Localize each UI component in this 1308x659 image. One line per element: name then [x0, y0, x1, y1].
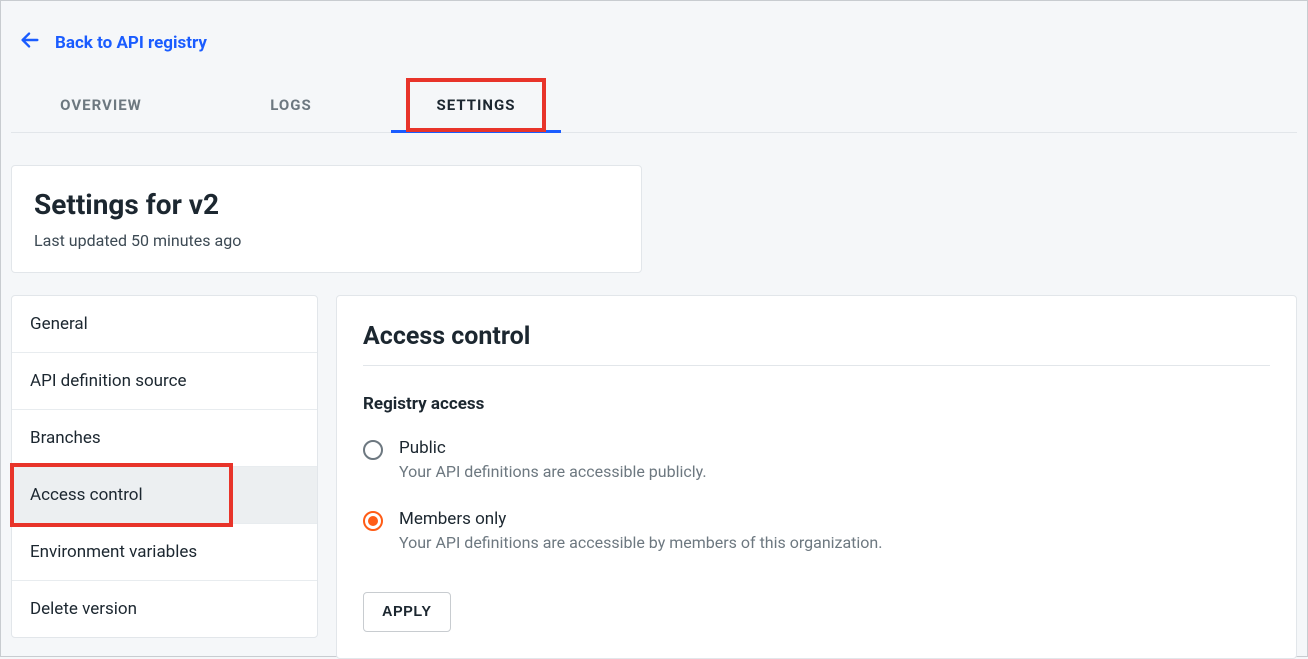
access-control-panel: Access control Registry access Public Yo… [336, 295, 1297, 659]
arrow-left-icon [19, 29, 41, 56]
back-to-registry-link[interactable]: Back to API registry [1, 1, 1307, 80]
apply-button[interactable]: APPLY [363, 592, 451, 632]
tab-overview[interactable]: OVERVIEW [11, 80, 191, 132]
sidebar-item-delete-version[interactable]: Delete version [12, 581, 317, 637]
page-title: Settings for v2 [34, 188, 619, 221]
radio-members-only[interactable] [363, 511, 383, 531]
settings-sidebar: General API definition source Branches A… [11, 295, 318, 638]
radio-public-title: Public [399, 438, 707, 458]
tab-logs[interactable]: LOGS [191, 80, 391, 132]
radio-members-only-title: Members only [399, 509, 882, 529]
sidebar-item-general[interactable]: General [12, 296, 317, 353]
registry-access-group-label: Registry access [363, 394, 1270, 414]
radio-option-members-only-row: Members only Your API definitions are ac… [363, 509, 1270, 552]
last-updated-label: Last updated 50 minutes ago [34, 231, 619, 250]
back-link-label: Back to API registry [55, 33, 207, 53]
radio-public-desc: Your API definitions are accessible publ… [399, 462, 707, 481]
sidebar-item-access-control[interactable]: Access control [12, 467, 317, 524]
tab-bar: OVERVIEW LOGS SETTINGS [11, 80, 1297, 133]
sidebar-item-environment-variables[interactable]: Environment variables [12, 524, 317, 581]
sidebar-item-branches[interactable]: Branches [12, 410, 317, 467]
radio-option-public-row: Public Your API definitions are accessib… [363, 438, 1270, 481]
sidebar-item-api-definition-source[interactable]: API definition source [12, 353, 317, 410]
tab-settings[interactable]: SETTINGS [391, 80, 561, 133]
radio-members-only-desc: Your API definitions are accessible by m… [399, 533, 882, 552]
settings-header-card: Settings for v2 Last updated 50 minutes … [11, 165, 642, 273]
radio-public[interactable] [363, 440, 383, 460]
panel-title: Access control [363, 322, 1270, 366]
